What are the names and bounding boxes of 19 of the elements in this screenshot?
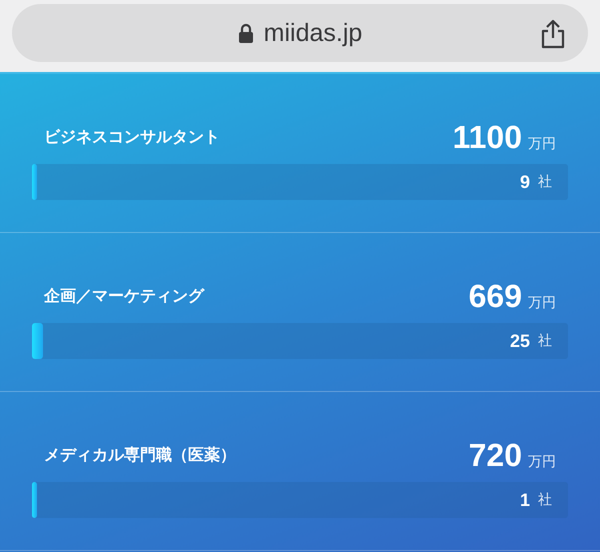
company-count: 25	[510, 330, 530, 352]
salary-amount: 1100	[452, 118, 522, 156]
count-unit: 社	[538, 173, 552, 191]
address-bar[interactable]: miidas.jp	[12, 4, 588, 62]
lock-icon	[238, 23, 254, 43]
salary-amount: 720	[468, 436, 522, 474]
salary-unit: 万円	[528, 134, 556, 152]
share-icon[interactable]	[540, 19, 566, 49]
salary-unit: 万円	[528, 294, 556, 312]
job-title: メディカル専門職（医薬）	[44, 444, 236, 466]
job-title: ビジネスコンサルタント	[44, 126, 220, 148]
company-count: 9	[520, 172, 530, 192]
salary-unit: 万円	[528, 452, 556, 470]
count-unit: 社	[538, 332, 552, 350]
company-count: 1	[520, 490, 530, 510]
salary-amount: 669	[468, 278, 522, 314]
job-title: 企画／マーケティング	[44, 286, 204, 306]
count-unit: 社	[538, 491, 552, 509]
url-text: miidas.jp	[264, 18, 362, 48]
